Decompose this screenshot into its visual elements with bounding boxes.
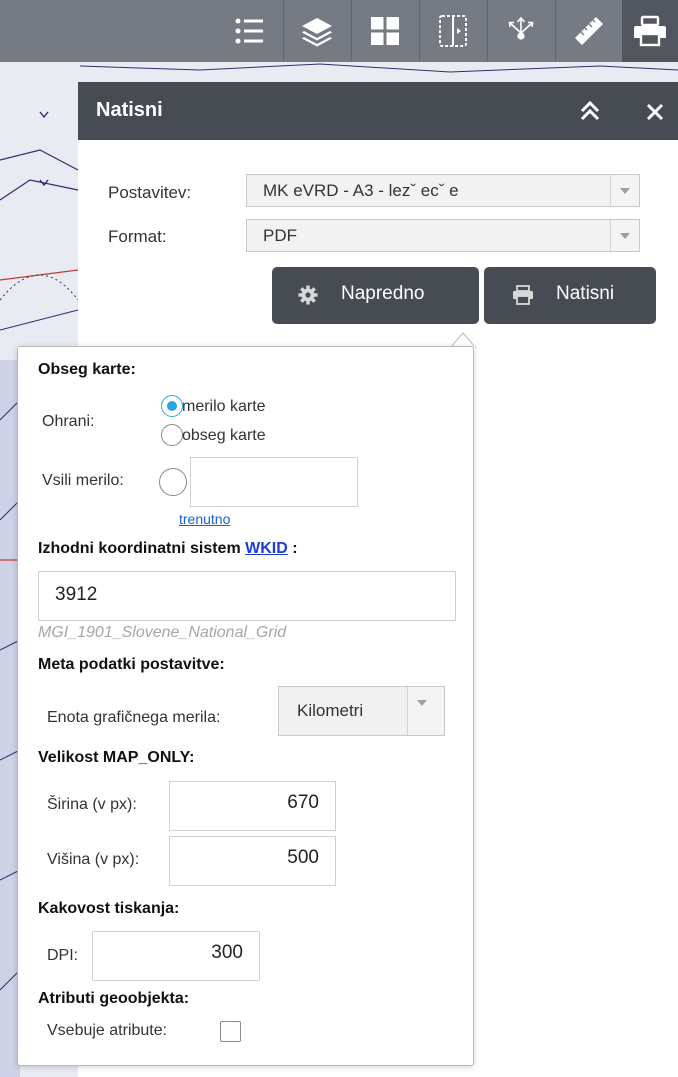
height-label: Višina (v px): [47, 851, 140, 868]
height-value: 500 [287, 847, 319, 868]
advanced-button[interactable]: Napredno [272, 267, 479, 324]
dpi-value: 300 [211, 942, 243, 963]
keep-scale-label: merilo karte [182, 398, 266, 415]
keep-label: Ohrani: [42, 413, 95, 430]
chevron-double-up-icon[interactable] [578, 100, 602, 122]
wkid-link[interactable]: WKID [245, 540, 288, 557]
radio-force-scale[interactable] [159, 468, 187, 496]
width-label: Širina (v px): [47, 796, 137, 813]
widget-header: Natisni [78, 82, 678, 140]
dpi-label: DPI: [47, 947, 79, 964]
layout-label: Postavitev: [108, 183, 192, 202]
xyz-axes-icon [508, 16, 534, 40]
top-toolbar [0, 0, 678, 62]
advanced-button-label: Napredno [341, 283, 425, 304]
coordinate-tool-button[interactable] [488, 0, 554, 62]
chevron-down-icon[interactable] [610, 220, 639, 251]
swipe-tool-button[interactable] [420, 0, 486, 62]
radio-keep-extent[interactable] [161, 424, 183, 446]
wkid-value: 3912 [55, 584, 98, 605]
layout-select-value: MK eVRD - A3 - lezˇ ecˇ e [263, 181, 459, 200]
print-button-label: Natisni [556, 283, 615, 304]
print-quality-title: Kakovost tiskanja: [38, 900, 180, 917]
scale-input[interactable] [190, 457, 358, 507]
force-scale-label: Vsili merilo: [42, 472, 124, 489]
scale-unit-value: Kilometri [297, 701, 364, 720]
printer-icon [513, 285, 533, 305]
grid-icon [371, 17, 399, 45]
layers-tool-button[interactable] [284, 0, 350, 62]
height-input[interactable]: 500 [169, 836, 336, 886]
width-input[interactable]: 670 [169, 781, 336, 831]
width-value: 670 [287, 792, 319, 813]
map-extent-title: Obseg karte: [38, 361, 136, 378]
include-attributes-label: Vsebuje atribute: [47, 1022, 168, 1039]
swipe-icon [439, 15, 467, 47]
map-only-size-title: Velikost MAP_ONLY: [38, 749, 195, 766]
wkid-name: MGI_1901_Slovene_National_Grid [38, 624, 287, 641]
feature-attributes-title: Atributi geoobjekta: [38, 990, 190, 1007]
format-select-value: PDF [263, 226, 297, 245]
dpi-input[interactable]: 300 [92, 931, 260, 981]
gear-icon [298, 285, 318, 305]
printer-icon [634, 15, 666, 47]
radio-keep-scale[interactable] [161, 395, 183, 417]
current-scale-link[interactable]: trenutno [179, 511, 230, 527]
measure-tool-button[interactable] [556, 0, 622, 62]
coord-system-title: Izhodni koordinatni sistem WKID : [38, 540, 298, 557]
list-icon [235, 18, 263, 44]
close-icon[interactable] [644, 101, 666, 123]
scale-unit-select[interactable]: Kilometri [278, 686, 445, 736]
keep-extent-label: obseg karte [182, 427, 266, 444]
chevron-down-icon[interactable] [407, 687, 444, 735]
include-attributes-checkbox[interactable] [220, 1021, 241, 1042]
format-label: Format: [108, 227, 167, 246]
print-tool-button[interactable] [622, 0, 678, 62]
chevron-down-icon[interactable] [610, 175, 639, 206]
basemap-tool-button[interactable] [352, 0, 418, 62]
ruler-icon [575, 17, 603, 45]
scale-unit-label: Enota grafičnega merila: [47, 709, 221, 726]
legend-tool-button[interactable] [216, 0, 282, 62]
format-select[interactable]: PDF [246, 219, 640, 252]
advanced-options-popup: Obseg karte: Ohrani: merilo karte obseg … [17, 346, 474, 1066]
layers-icon [302, 18, 332, 47]
wkid-input[interactable]: 3912 [38, 571, 456, 621]
widget-title: Natisni [96, 99, 163, 121]
print-button[interactable]: Natisni [484, 267, 656, 324]
layout-metadata-title: Meta podatki postavitve: [38, 656, 225, 673]
layout-select[interactable]: MK eVRD - A3 - lezˇ ecˇ e [246, 174, 640, 207]
